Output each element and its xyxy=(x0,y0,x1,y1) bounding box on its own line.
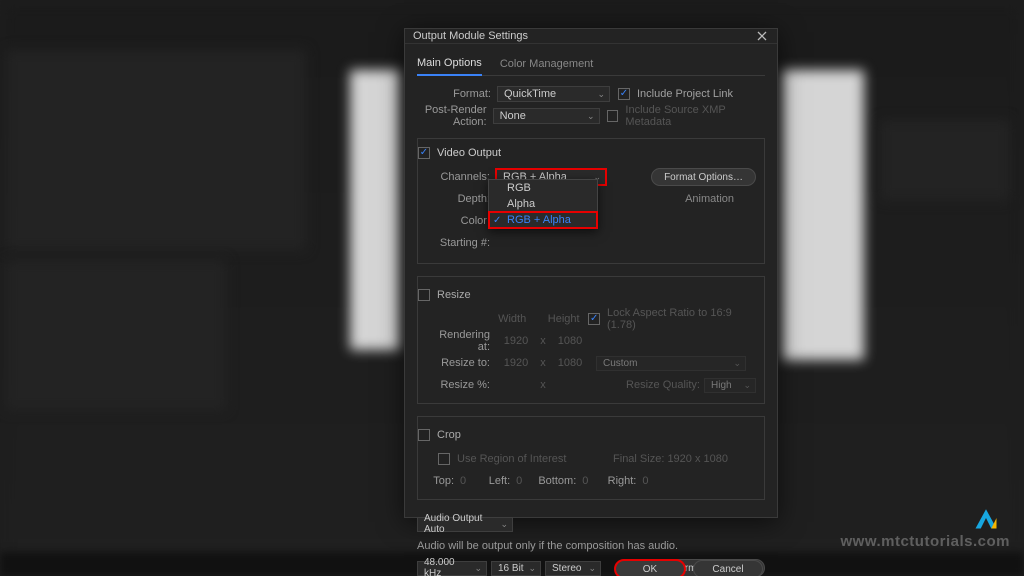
bg-panel xyxy=(782,70,864,360)
chevron-down-icon: ⌄ xyxy=(733,358,741,369)
resize-label: Resize xyxy=(437,289,471,301)
audio-depth-select[interactable]: 16 Bit ⌄ xyxy=(491,561,541,576)
format-label: Format: xyxy=(417,88,497,100)
bg-panel xyxy=(350,70,400,350)
video-output-checkbox[interactable]: Video Output xyxy=(418,147,501,159)
resize-preset-select: Custom ⌄ xyxy=(596,356,746,371)
audio-rate-select[interactable]: 48.000 kHz ⌄ xyxy=(417,561,487,576)
tab-main-options[interactable]: Main Options xyxy=(417,57,482,76)
resize-quality-label: Resize Quality: xyxy=(626,379,700,391)
checkbox-icon xyxy=(588,313,600,325)
lock-aspect-checkbox: Lock Aspect Ratio to 16:9 (1.78) xyxy=(588,307,756,331)
resize-w: 1920 xyxy=(496,357,536,369)
format-select-value: QuickTime xyxy=(504,88,556,100)
checkbox-icon xyxy=(418,289,430,301)
color-label: Color: xyxy=(426,215,496,227)
audio-channels-select[interactable]: Stereo ⌄ xyxy=(545,561,601,576)
include-xmp-checkbox[interactable]: Include Source XMP Metadata xyxy=(607,104,765,128)
dialog-title: Output Module Settings xyxy=(413,30,528,42)
use-roi-label: Use Region of Interest xyxy=(457,453,566,465)
post-render-select-value: None xyxy=(500,110,526,122)
close-icon[interactable] xyxy=(755,29,769,43)
resize-height-header: Height xyxy=(545,313,583,325)
resize-h: 1080 xyxy=(550,357,590,369)
render-w: 1920 xyxy=(496,335,536,347)
bg-panel xyxy=(6,260,226,410)
crop-group: Crop Use Region of Interest Final Size: … xyxy=(417,416,765,500)
dialog-footer: OK Cancel xyxy=(615,560,763,576)
channels-dropdown: RGB Alpha ✓ RGB + Alpha xyxy=(488,179,598,229)
dialog-body: Main Options Color Management Format: Qu… xyxy=(405,44,777,576)
format-select[interactable]: QuickTime ⌄ xyxy=(497,86,610,102)
crop-checkbox[interactable]: Crop xyxy=(418,429,461,441)
starting-num-label: Starting #: xyxy=(426,237,496,249)
checkbox-icon xyxy=(618,88,630,100)
codec-name: Animation xyxy=(685,193,734,205)
video-format-options-button[interactable]: Format Options… xyxy=(651,168,756,186)
include-xmp-label: Include Source XMP Metadata xyxy=(625,104,765,128)
checkbox-icon xyxy=(438,453,450,465)
chevron-down-icon: ⌄ xyxy=(587,111,595,122)
channels-option-alpha[interactable]: Alpha xyxy=(489,196,597,212)
chevron-down-icon: ⌄ xyxy=(474,563,482,574)
resize-pct-label: Resize %: xyxy=(426,379,496,391)
dialog-titlebar: Output Module Settings xyxy=(405,29,777,44)
chevron-down-icon: ⌄ xyxy=(588,563,596,574)
resize-quality-select: High ⌄ xyxy=(704,378,756,393)
tab-bar: Main Options Color Management xyxy=(417,54,765,76)
chevron-down-icon: ⌄ xyxy=(500,519,508,530)
brand-logo-icon xyxy=(972,504,1000,532)
post-render-label: Post-Render Action: xyxy=(417,104,493,128)
resize-checkbox[interactable]: Resize xyxy=(418,289,471,301)
cancel-button[interactable]: Cancel xyxy=(693,560,763,576)
resize-width-header: Width xyxy=(493,313,531,325)
crop-right-val: 0 xyxy=(642,475,648,487)
depth-label: Depth: xyxy=(426,193,496,205)
format-row: Format: QuickTime ⌄ Include Project Link xyxy=(417,84,765,104)
post-render-row: Post-Render Action: None ⌄ Include Sourc… xyxy=(417,106,765,126)
crop-right-label: Right: xyxy=(588,475,642,487)
include-project-link-checkbox[interactable]: Include Project Link xyxy=(618,88,733,100)
render-h: 1080 xyxy=(550,335,590,347)
channels-option-rgb-alpha[interactable]: ✓ RGB + Alpha xyxy=(489,212,597,228)
lock-aspect-label: Lock Aspect Ratio to 16:9 (1.78) xyxy=(607,307,756,331)
crop-label: Crop xyxy=(437,429,461,441)
watermark-text: www.mtctutorials.com xyxy=(841,533,1010,550)
channels-option-rgb[interactable]: RGB xyxy=(489,180,597,196)
channels-label: Channels: xyxy=(426,171,496,183)
checkbox-icon xyxy=(607,110,618,122)
resize-group: Resize Width Height Lock Aspect Ratio to… xyxy=(417,276,765,404)
audio-output-mode-select[interactable]: Audio Output Auto ⌄ xyxy=(417,517,513,532)
video-output-label: Video Output xyxy=(437,147,501,159)
use-roi-checkbox: Use Region of Interest xyxy=(438,453,566,465)
checkbox-icon xyxy=(418,147,430,159)
rendering-at-label: Rendering at: xyxy=(426,329,496,353)
chevron-down-icon: ⌄ xyxy=(743,380,751,391)
audio-note: Audio will be output only if the composi… xyxy=(417,540,678,552)
include-project-link-label: Include Project Link xyxy=(637,88,733,100)
crop-bottom-label: Bottom: xyxy=(522,475,582,487)
final-size-label: Final Size: 1920 x 1080 xyxy=(613,453,728,465)
tab-color-management[interactable]: Color Management xyxy=(500,58,594,75)
resize-to-label: Resize to: xyxy=(426,357,496,369)
checkbox-icon xyxy=(418,429,430,441)
format-options-label: Format Options… xyxy=(664,172,743,183)
ok-button[interactable]: OK xyxy=(615,560,685,576)
check-icon: ✓ xyxy=(493,215,501,226)
chevron-down-icon: ⌄ xyxy=(528,563,536,574)
crop-left-label: Left: xyxy=(466,475,516,487)
crop-top-label: Top: xyxy=(426,475,460,487)
output-module-settings-dialog: Output Module Settings Main Options Colo… xyxy=(404,28,778,518)
bg-panel xyxy=(6,50,306,250)
video-output-group: Video Output Channels: RGB + Alpha ⌄ For… xyxy=(417,138,765,264)
bg-panel xyxy=(880,120,1010,200)
post-render-select[interactable]: None ⌄ xyxy=(493,108,600,124)
chevron-down-icon: ⌄ xyxy=(597,89,605,100)
